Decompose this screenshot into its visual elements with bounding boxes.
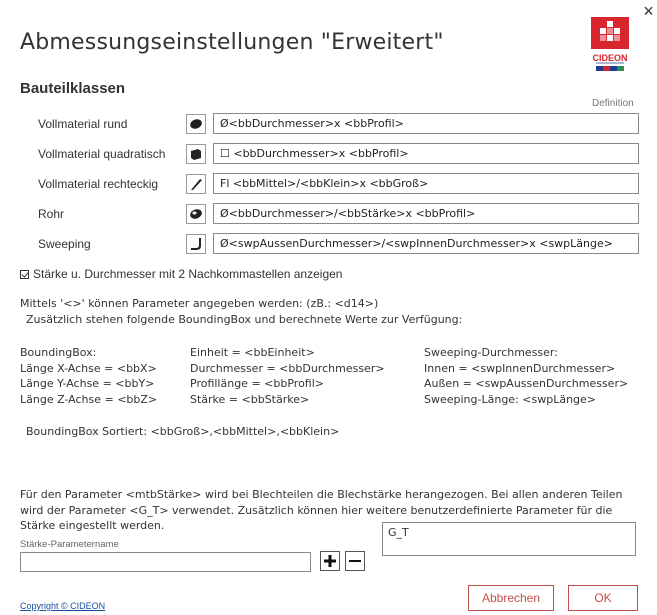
info-column-sweeping: Sweeping-Durchmesser: Innen = <swpInnenD… xyxy=(424,345,628,407)
info-column-computed: Einheit = <bbEinheit> Durchmesser = <bbD… xyxy=(190,345,385,407)
definition-label: Definition xyxy=(592,98,634,109)
class-definition-input[interactable] xyxy=(213,203,639,224)
thickness-param-label: Stärke-Parametername xyxy=(20,539,119,550)
decimal-checkbox-row[interactable]: Stärke u. Durchmesser mit 2 Nachkommaste… xyxy=(20,267,342,281)
class-label: Vollmaterial rund xyxy=(38,117,128,131)
plus-icon xyxy=(324,555,336,567)
class-definition-input[interactable] xyxy=(213,233,639,254)
add-param-button[interactable] xyxy=(320,551,340,571)
dimension-settings-dialog: × Abmessungseinstellungen "Erweitert" CI… xyxy=(0,0,654,615)
info-item: Länge Z-Achse = <bbZ> xyxy=(20,392,158,406)
thickness-param-input[interactable] xyxy=(20,552,311,572)
class-row-vollmaterial-rund: Vollmaterial rund xyxy=(0,113,640,135)
info-item: Einheit = <bbEinheit> xyxy=(190,346,315,359)
class-definition-input[interactable] xyxy=(213,113,639,134)
square-bar-icon[interactable] xyxy=(186,144,206,164)
class-row-vollmaterial-quadratisch: Vollmaterial quadratisch xyxy=(0,143,640,165)
copyright-link[interactable]: Copyright © CIDEON xyxy=(20,601,105,611)
info-item: Stärke = <bbStärke> xyxy=(190,392,310,406)
class-label: Vollmaterial quadratisch xyxy=(38,147,166,161)
info-sorted: BoundingBox Sortiert: <bbGroß>,<bbMittel… xyxy=(26,425,340,438)
minus-icon xyxy=(349,560,361,562)
info-item: Länge X-Achse = <bbX> xyxy=(20,361,157,375)
class-definition-input[interactable] xyxy=(213,143,639,164)
class-row-rohr: Rohr xyxy=(0,203,640,225)
decimal-checkbox[interactable] xyxy=(20,269,29,279)
dialog-title: Abmessungseinstellungen "Erweitert" xyxy=(20,30,444,55)
info-item: BoundingBox: xyxy=(20,346,97,359)
class-definition-input[interactable] xyxy=(213,173,639,194)
remove-param-button[interactable] xyxy=(345,551,365,571)
info-line-2: Zusätzlich stehen folgende BoundingBox u… xyxy=(26,313,463,326)
info-column-boundingbox: BoundingBox: Länge X-Achse = <bbX> Länge… xyxy=(20,345,157,407)
info-item: Sweeping-Länge: <swpLänge> xyxy=(424,392,597,406)
tube-icon[interactable] xyxy=(186,204,206,224)
info-item: Außen = <swpAussenDurchmesser> xyxy=(424,377,629,390)
close-button[interactable]: × xyxy=(640,0,657,26)
decimal-checkbox-label: Stärke u. Durchmesser mit 2 Nachkommaste… xyxy=(33,267,343,281)
thickness-param-list[interactable]: G_T xyxy=(382,522,636,556)
cideon-logo: CIDEON xyxy=(590,16,630,74)
class-row-vollmaterial-rechteckig: Vollmaterial rechteckig xyxy=(0,173,640,195)
sweep-icon[interactable] xyxy=(186,234,206,254)
info-item: Sweeping-Durchmesser: xyxy=(424,346,558,359)
info-line-1: Mittels '<>' können Parameter angegeben … xyxy=(20,297,379,310)
class-label: Rohr xyxy=(38,207,65,221)
class-label: Sweeping xyxy=(38,237,91,251)
class-label: Vollmaterial rechteckig xyxy=(38,177,159,191)
class-row-sweeping: Sweeping xyxy=(0,233,640,255)
ok-button[interactable]: OK xyxy=(568,585,638,611)
info-item: Länge Y-Achse = <bbY> xyxy=(20,377,155,390)
info-item: Durchmesser = <bbDurchmesser> xyxy=(190,361,385,375)
cancel-button[interactable]: Abbrechen xyxy=(468,585,554,611)
section-title-bauteilklassen: Bauteilklassen xyxy=(20,80,126,97)
info-item: Innen = <swpInnenDurchmesser> xyxy=(424,361,616,375)
round-bar-icon[interactable] xyxy=(186,114,206,134)
info-item: Profillänge = <bbProfil> xyxy=(190,377,324,390)
logo-text: CIDEON xyxy=(592,53,627,63)
flat-bar-icon[interactable] xyxy=(186,174,206,194)
list-item[interactable]: G_T xyxy=(388,526,630,539)
